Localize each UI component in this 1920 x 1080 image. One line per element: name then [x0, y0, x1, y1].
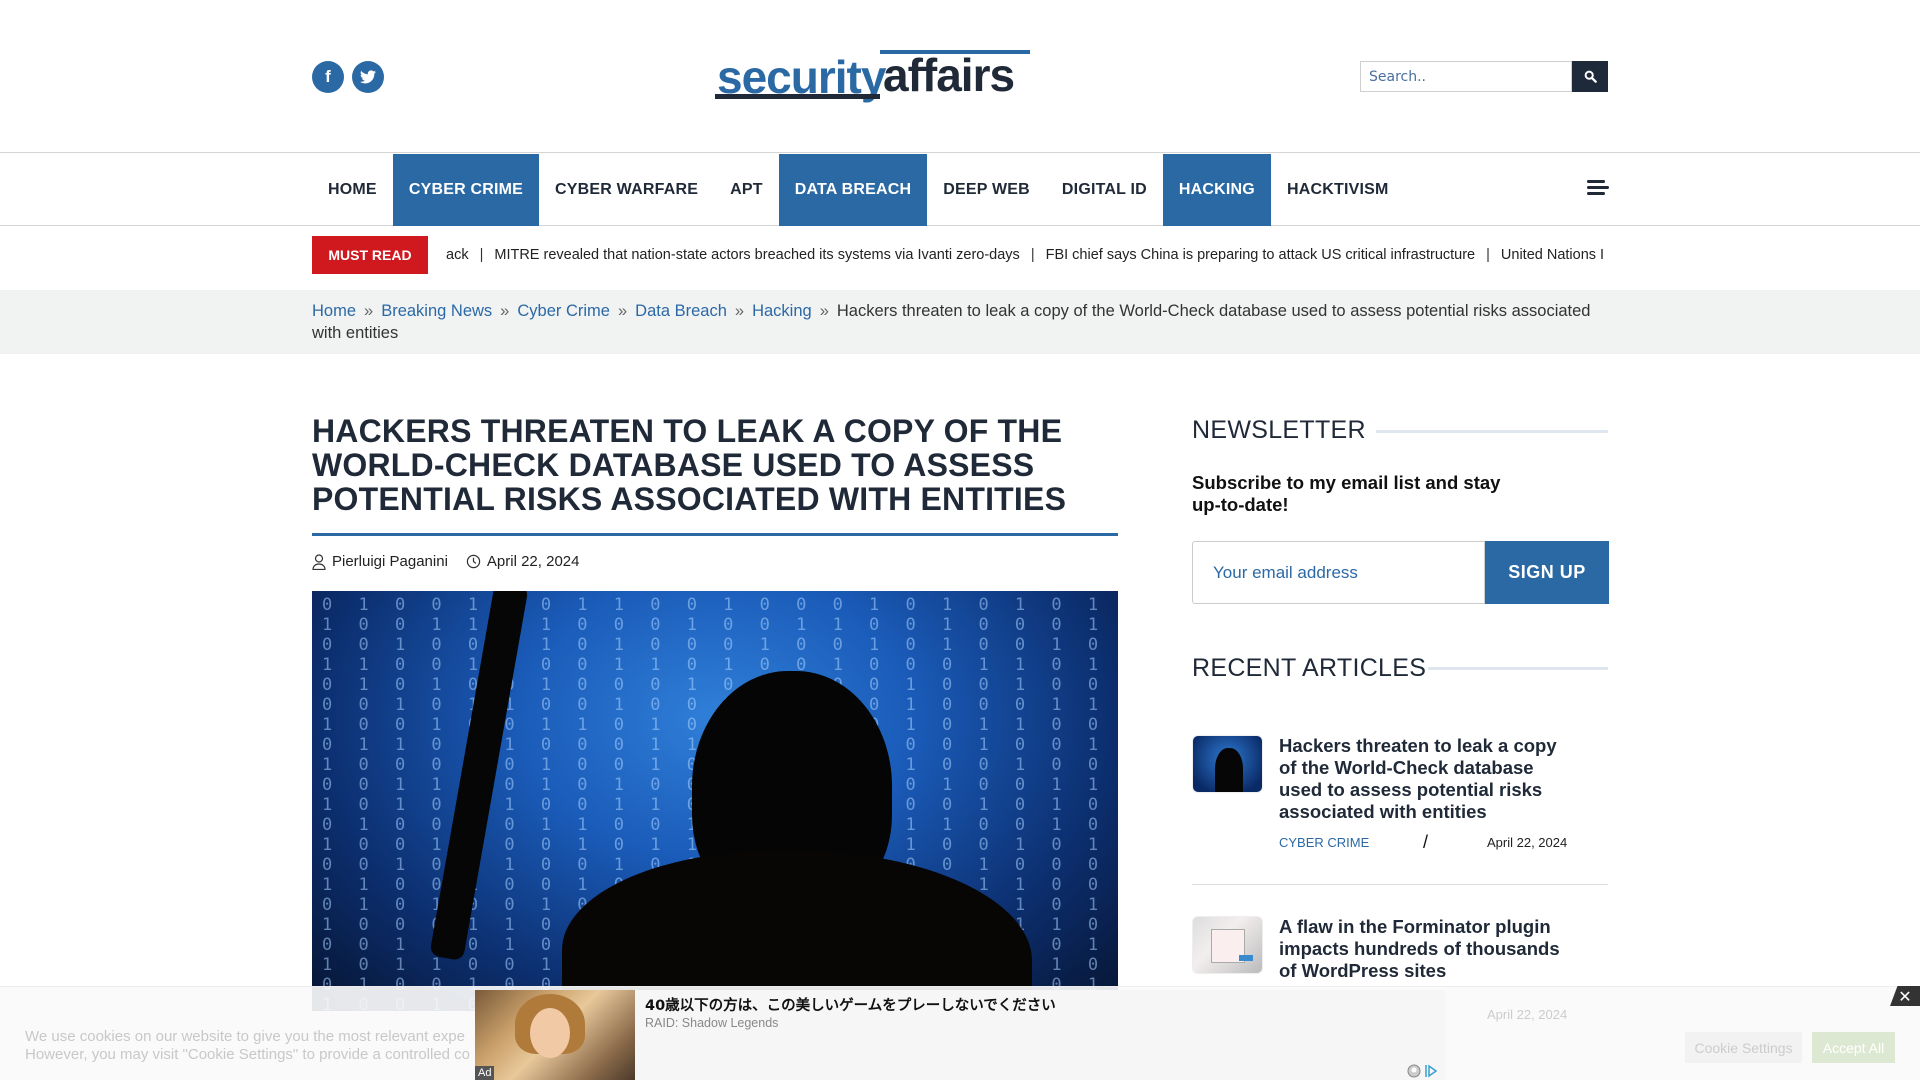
clock-icon [466, 554, 481, 569]
breadcrumb-data-breach[interactable]: Data Breach [635, 302, 727, 320]
recent-article-meta: CYBER CRIME / April 22, 2024 [1279, 832, 1589, 852]
facebook-icon[interactable]: f [312, 61, 344, 93]
nav-apt[interactable]: APT [714, 154, 779, 226]
newsletter-heading-line [1376, 430, 1608, 433]
twitter-icon[interactable] [352, 61, 384, 93]
breadcrumb-cyber-crime[interactable]: Cyber Crime [517, 302, 610, 320]
recent-divider [1192, 884, 1608, 885]
ad-headline[interactable]: 40歳以下の方は、この美しいゲームをプレーしないでください [645, 994, 1056, 1015]
hamburger-icon[interactable] [1587, 180, 1609, 198]
ticker-separator: | [1030, 247, 1035, 263]
cookie-text-line: We use cookies on our website to give yo… [25, 1028, 465, 1045]
recent-article-title[interactable]: A flaw in the Forminator plugin impacts … [1279, 916, 1579, 982]
recent-heading-line [1428, 667, 1608, 670]
logo-underline [715, 94, 880, 99]
nav-home[interactable]: HOME [312, 154, 393, 226]
nav-digital-id[interactable]: DIGITAL ID [1046, 154, 1163, 226]
search-input[interactable] [1360, 61, 1572, 92]
article-date: April 22, 2024 [486, 553, 580, 570]
recent-article-date: April 22, 2024 [1487, 835, 1568, 850]
chevron-double-right-icon: » [617, 302, 628, 320]
ticker-item[interactable]: ack [446, 247, 469, 263]
cookie-settings-button[interactable]: Cookie Settings [1685, 1032, 1802, 1063]
news-ticker: MUST READ ack | MITRE revealed that nation… [312, 236, 1608, 274]
article-author[interactable]: Pierluigi Paganini [332, 553, 448, 570]
ad-choices[interactable] [1407, 1064, 1437, 1078]
ad-advertiser: RAID: Shadow Legends [645, 1016, 779, 1030]
recent-article-thumbnail[interactable] [1192, 735, 1263, 793]
article-title: Hackers threaten to leak a copy of the W… [312, 413, 1067, 517]
search-icon [1584, 70, 1597, 83]
nav-cyber-warfare[interactable]: CYBER WARFARE [539, 154, 714, 226]
meta-separator: / [1423, 832, 1429, 852]
breadcrumb-breaking-news[interactable]: Breaking News [381, 302, 492, 320]
ad-badge: Ad [475, 1066, 495, 1080]
ticker-item[interactable]: FBI chief says China is preparing to att… [1046, 247, 1476, 263]
search-button[interactable] [1572, 61, 1608, 92]
ad-banner[interactable]: Ad 40歳以下の方は、この美しいゲームをプレーしないでください RAID: S… [475, 990, 1445, 1080]
nav-data-breach[interactable]: DATA BREACH [778, 154, 928, 226]
nav-hacking[interactable]: HACKING [1162, 154, 1271, 226]
breadcrumb-hacking[interactable]: Hacking [752, 302, 812, 320]
ticker-item[interactable]: United Nations I [1501, 247, 1604, 263]
article-meta: Pierluigi Paganini April 22, 2024 [312, 553, 579, 570]
ad-info-icon [1407, 1064, 1421, 1078]
ticker-separator: | [1486, 247, 1490, 263]
recent-article-category[interactable]: CYBER CRIME [1279, 835, 1423, 850]
recent-article-date: April 22, 2024 [1487, 1007, 1568, 1022]
newsletter-heading: NEWSLETTER [1192, 416, 1366, 444]
nav-deep-web[interactable]: DEEP WEB [927, 154, 1046, 226]
ticker-item[interactable]: MITRE revealed that nation-state actors … [494, 247, 1019, 263]
sign-up-button[interactable]: SIGN UP [1485, 541, 1609, 604]
chevron-double-right-icon: » [819, 302, 829, 320]
nav-hacktivism[interactable]: HACKTIVISM [1271, 154, 1405, 226]
recent-article-title[interactable]: Hackers threaten to leak a copy of the W… [1279, 735, 1579, 823]
user-icon [312, 553, 326, 570]
chevron-double-right-icon: » [734, 302, 745, 320]
newsletter-email-input[interactable] [1192, 541, 1485, 604]
social-links: f [312, 61, 384, 93]
site-logo[interactable]: security affairs [715, 48, 1033, 103]
recent-article-item[interactable]: Hackers threaten to leak a copy of the W… [1192, 735, 1608, 855]
ticker-items: ack | MITRE revealed that nation-state act… [446, 247, 1604, 263]
cookie-text: We use cookies on our website to give yo… [25, 1028, 485, 1064]
recent-article-thumbnail[interactable] [1192, 916, 1263, 974]
article-hero-image: 0 1 0 0 1 0 0 1 1 0 0 1 0 0 0 1 0 1 0 1 … [312, 591, 1118, 1011]
accept-all-button[interactable]: Accept All [1812, 1032, 1895, 1063]
newsletter-form: SIGN UP [1192, 541, 1609, 604]
ticker-separator: | [479, 247, 484, 263]
cookie-text-line: However, you may visit "Cookie Settings"… [25, 1046, 471, 1063]
adchoices-icon [1425, 1064, 1437, 1078]
title-divider [312, 533, 1118, 536]
chevron-double-right-icon: » [500, 302, 510, 320]
breadcrumb-home[interactable]: Home [312, 302, 356, 320]
breadcrumb: Home » Breaking News » Cyber Crime » Data Brea… [0, 290, 1920, 354]
must-read-badge: MUST READ [312, 236, 428, 274]
chevron-double-right-icon: » [364, 302, 374, 320]
search-form [1360, 61, 1608, 92]
nav-cyber-crime[interactable]: CYBER CRIME [392, 154, 540, 226]
recent-articles-heading: RECENT ARTICLES [1192, 654, 1427, 682]
site-header: f security affairs [0, 0, 1920, 153]
newsletter-subtitle: Subscribe to my email list and stay up-t… [1192, 472, 1501, 515]
page: f security affairs HOME CYBER CRIME CYBE… [0, 0, 1920, 1080]
ad-image[interactable]: Ad [475, 990, 635, 1080]
main-nav: HOME CYBER CRIME CYBER WARFARE APT DATA … [0, 154, 1920, 226]
logo-affairs: affairs [883, 49, 1015, 101]
